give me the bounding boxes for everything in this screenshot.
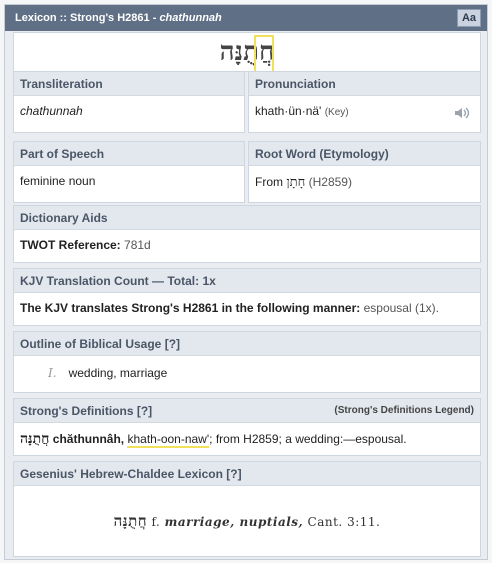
root-word-header: Root Word (Etymology) [249, 142, 480, 166]
title-prefix: Lexicon :: Strong's H2861 - [15, 12, 160, 24]
gesenius-reference: Cant. 3:11. [307, 515, 381, 529]
gesenius-header: Gesenius' Hebrew-Chaldee Lexicon [?] [14, 462, 480, 486]
gesenius-meaning: marriage, nuptials, [164, 515, 304, 529]
window-titlebar: Lexicon :: Strong's H2861 - chathunnah A… [5, 5, 487, 31]
speaker-icon[interactable] [454, 106, 472, 120]
outline-number: I. [48, 366, 57, 380]
strongs-header: Strong's Definitions [?] [20, 404, 153, 418]
part-of-speech-value: feminine noun [20, 174, 96, 188]
gesenius-gender: f. [151, 515, 161, 529]
title-word: chathunnah [159, 12, 222, 24]
pronunciation-value: khath·ün·nä' [255, 104, 322, 118]
kjv-count-text: The KJV translates Strong's H2861 in the… [20, 301, 361, 315]
root-word-panel: Root Word (Etymology) From חָתָן (H2859) [248, 141, 481, 203]
outline-item: wedding, marriage [68, 366, 168, 380]
lexicon-window: Lexicon :: Strong's H2861 - chathunnah A… [4, 4, 488, 560]
strongs-hebrew: חֲתֻנָּה [20, 431, 50, 447]
root-word-from: From [255, 175, 283, 189]
pronunciation-panel: Pronunciation khath·ün·nä' (Key) [248, 71, 481, 133]
part-of-speech-panel: Part of Speech feminine noun [13, 141, 245, 203]
transliteration-value: chathunnah [20, 104, 83, 118]
outline-header: Outline of Biblical Usage [?] [14, 332, 480, 356]
strongs-translit: chăthunnâh, [52, 432, 125, 446]
twot-value: 781d [124, 238, 151, 252]
kjv-count-header: KJV Translation Count — Total: 1x [14, 269, 480, 293]
dictionary-aids-panel: Dictionary Aids TWOT Reference: 781d [13, 205, 481, 263]
hebrew-word: חֲתֻנָּה [219, 37, 275, 67]
transliteration-header: Transliteration [14, 72, 244, 96]
gesenius-hebrew: חֲתֻנָּה [113, 512, 148, 530]
strongs-panel: Strong's Definitions [?] (Strong's Defin… [13, 398, 481, 456]
strongs-definition-rest: ; from H2859; a wedding:—espousal. [209, 432, 407, 446]
transliteration-panel: Transliteration chathunnah [13, 71, 245, 133]
outline-panel: Outline of Biblical Usage [?] I. wedding,… [13, 331, 481, 393]
font-size-button[interactable]: Aa [457, 9, 481, 27]
hebrew-word-box: חֲתֻנָּה [13, 32, 481, 73]
strongs-pronunciation: khath-oon-naw' [127, 432, 210, 448]
pronunciation-header: Pronunciation [249, 72, 480, 96]
part-of-speech-header: Part of Speech [14, 142, 244, 166]
strongs-legend-link[interactable]: (Strong's Definitions Legend) [334, 399, 474, 423]
gesenius-panel: Gesenius' Hebrew-Chaldee Lexicon [?] חֲת… [13, 461, 481, 557]
twot-label: TWOT Reference: [20, 238, 121, 252]
root-word-hebrew[interactable]: חָתָן [286, 175, 305, 190]
kjv-count-panel: KJV Translation Count — Total: 1x The KJ… [13, 268, 481, 326]
kjv-count-value: espousal (1x). [363, 301, 439, 315]
pronunciation-key-link[interactable]: (Key) [325, 107, 349, 118]
dictionary-aids-header: Dictionary Aids [14, 206, 480, 230]
gesenius-entry: חֲתֻנָּה f. marriage, nuptials, Cant. 3:… [14, 486, 480, 539]
root-word-code-link[interactable]: (H2859) [309, 175, 352, 189]
